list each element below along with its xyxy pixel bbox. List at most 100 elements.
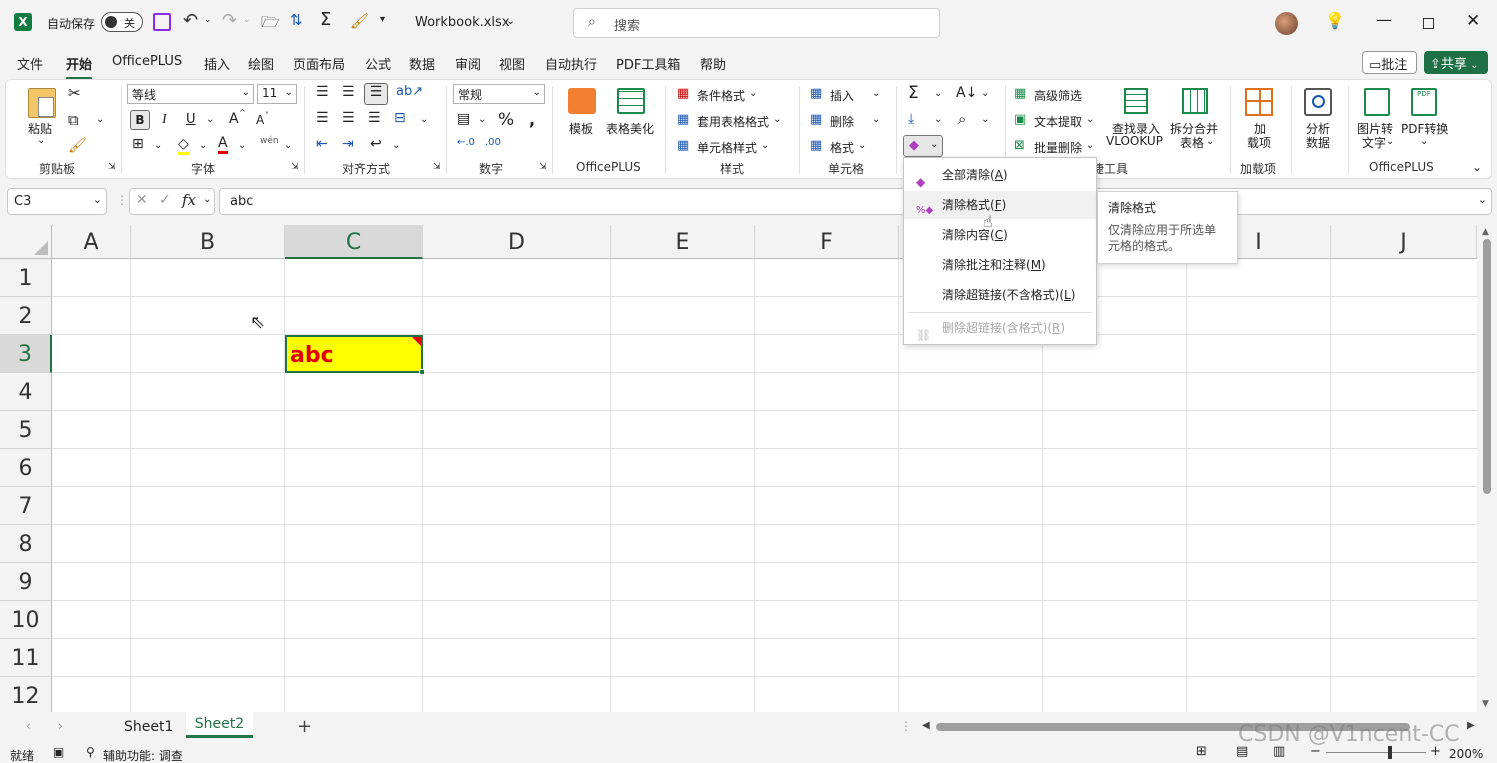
add-sheet-icon[interactable]: +	[297, 716, 312, 737]
pdf-convert-chevron-icon[interactable]: ⌄	[1420, 136, 1428, 147]
search-box[interactable]: ⌕ 搜索	[573, 8, 940, 38]
row-header-2[interactable]: 2	[0, 297, 52, 335]
row-header-8[interactable]: 8	[0, 525, 52, 563]
column-header-d[interactable]: D	[423, 225, 611, 259]
scroll-down-icon[interactable]: ▼	[1482, 699, 1489, 709]
batch-delete-icon[interactable]: ⊠	[1014, 138, 1025, 153]
tab-pdf-toolbox[interactable]: PDF工具箱	[616, 54, 680, 73]
fill-color-icon[interactable]: ◇	[178, 136, 189, 155]
tab-review[interactable]: 审阅	[455, 54, 481, 73]
tab-home[interactable]: 开始	[66, 54, 93, 80]
file-name[interactable]: Workbook.xlsx	[415, 15, 510, 30]
save-icon[interactable]	[153, 13, 171, 31]
scroll-left-icon[interactable]: ◀	[922, 720, 930, 731]
analyze-data-label-2[interactable]: 数据	[1306, 134, 1330, 151]
conditional-format-label[interactable]: 条件格式	[697, 87, 745, 104]
cancel-entry-icon[interactable]: ✕	[136, 192, 148, 208]
text-extract-chevron-icon[interactable]: ⌄	[1086, 114, 1094, 125]
share-button[interactable]: ⇪共享 ⌄	[1424, 51, 1488, 74]
menu-item-clear-contents[interactable]: 清除内容(C)	[904, 221, 1096, 249]
select-all-corner[interactable]	[0, 225, 52, 259]
scroll-right-icon[interactable]: ▶	[1467, 720, 1475, 731]
italic-button[interactable]: I	[162, 112, 167, 128]
sort-filter-icon[interactable]: A↓	[956, 85, 977, 101]
text-extract-icon[interactable]: ▣	[1014, 112, 1026, 127]
phonetic-chevron-icon[interactable]: ⌄	[284, 140, 292, 151]
tab-insert[interactable]: 插入	[204, 54, 230, 73]
menu-item-clear-hyperlinks[interactable]: 清除超链接(不含格式)(L)	[904, 281, 1096, 309]
table-format-chevron-icon[interactable]: ⌄	[773, 114, 781, 125]
next-sheet-icon[interactable]: ›	[58, 719, 63, 733]
find-select-icon[interactable]: ⌕	[958, 110, 966, 128]
insert-cells-chevron-icon[interactable]: ⌄	[872, 88, 880, 99]
tab-data[interactable]: 数据	[409, 54, 435, 73]
increase-decimal-icon[interactable]: ←.0	[457, 137, 475, 148]
advanced-filter-icon[interactable]: ▦	[1014, 86, 1026, 101]
maximize-icon[interactable]	[1423, 18, 1434, 29]
sheet-tab-sheet1[interactable]: Sheet1	[124, 719, 173, 735]
borders-icon[interactable]: ⊞	[132, 136, 144, 152]
clear-button[interactable]: ◆ ⌄	[903, 135, 943, 157]
align-bottom-icon[interactable]: ☰	[364, 83, 388, 105]
tab-officeplus[interactable]: OfficePLUS	[112, 54, 182, 69]
name-box[interactable]: C3 ⌄	[7, 188, 107, 215]
text-extract-label[interactable]: 文本提取	[1034, 113, 1082, 130]
zoom-slider[interactable]	[1326, 746, 1426, 759]
decrease-decimal-icon[interactable]: .00	[485, 137, 501, 148]
format-cells-chevron-icon[interactable]: ⌄	[858, 140, 866, 151]
lightbulb-icon[interactable]: 💡	[1325, 11, 1345, 30]
paste-chevron-icon[interactable]: ⌄	[37, 135, 45, 146]
tab-file[interactable]: 文件	[17, 54, 43, 73]
find-select-chevron-icon[interactable]: ⌄	[981, 114, 989, 125]
open-folder-icon[interactable]: 🗁	[261, 12, 280, 37]
column-header-f[interactable]: F	[755, 225, 899, 259]
cell-style-icon[interactable]: ▦	[677, 138, 689, 153]
image-to-text-label-2[interactable]: 文字	[1362, 134, 1386, 151]
column-header-b[interactable]: B	[131, 225, 285, 259]
macro-record-icon[interactable]: ▣	[53, 745, 64, 759]
collapse-ribbon-icon[interactable]: ⌄	[1472, 160, 1482, 174]
comma-icon[interactable]: ,	[529, 110, 535, 129]
row-header-5[interactable]: 5	[0, 411, 52, 449]
row-header-6[interactable]: 6	[0, 449, 52, 487]
normal-view-icon[interactable]: ⊞	[1196, 744, 1207, 759]
customize-qat-icon[interactable]: ▾	[380, 14, 385, 25]
sheet-tab-sheet2[interactable]: Sheet2	[186, 712, 253, 738]
increase-indent-icon[interactable]: ⇥	[342, 136, 354, 152]
wrap-text-icon[interactable]: ↩	[370, 136, 382, 152]
expand-formula-icon[interactable]: ⌄	[1478, 193, 1487, 206]
align-left-icon[interactable]: ☰	[316, 110, 329, 126]
cell-c3[interactable]: abc	[285, 335, 425, 375]
merge-chevron-icon[interactable]: ⌄	[420, 114, 428, 125]
addins-label-2[interactable]: 载项	[1247, 134, 1271, 151]
wrap-chevron-icon[interactable]: ⌄	[392, 140, 400, 151]
accessibility-icon[interactable]: ⚲	[86, 745, 95, 759]
vertical-scroll-thumb[interactable]	[1483, 239, 1491, 494]
row-header-12[interactable]: 12	[0, 677, 52, 712]
minimize-icon[interactable]: —	[1376, 10, 1392, 29]
table-format-label[interactable]: 套用表格格式	[697, 113, 769, 130]
copy-chevron-icon[interactable]: ⌄	[96, 114, 104, 125]
sort-icon[interactable]: ⇅	[290, 11, 303, 29]
addins-icon[interactable]	[1245, 88, 1273, 116]
fill-icon[interactable]: ⤓	[908, 111, 914, 127]
merge-center-icon[interactable]: ⊟	[394, 110, 406, 126]
table-beautify-label[interactable]: 表格美化	[606, 120, 654, 137]
delete-cells-chevron-icon[interactable]: ⌄	[872, 114, 880, 125]
phonetic-icon[interactable]: wén	[260, 136, 279, 146]
vertical-scrollbar[interactable]: ▲ ▼	[1477, 225, 1497, 712]
fx-chevron-icon[interactable]: ⌄	[203, 194, 211, 205]
formula-input[interactable]: abc ⌄	[219, 188, 1492, 215]
undo-icon[interactable]: ↶	[183, 10, 198, 31]
align-top-icon[interactable]: ☰	[316, 84, 329, 100]
redo-icon[interactable]: ↷	[222, 10, 237, 31]
paste-icon[interactable]	[28, 88, 56, 118]
accounting-icon[interactable]: ▤	[457, 111, 470, 127]
delete-cells-label[interactable]: 删除	[830, 113, 854, 130]
tab-draw[interactable]: 绘图	[248, 54, 274, 73]
row-header-7[interactable]: 7	[0, 487, 52, 525]
split-merge-icon[interactable]	[1182, 88, 1208, 114]
cell-style-chevron-icon[interactable]: ⌄	[761, 140, 769, 151]
row-header-9[interactable]: 9	[0, 563, 52, 601]
vlookup-icon[interactable]	[1124, 88, 1148, 114]
